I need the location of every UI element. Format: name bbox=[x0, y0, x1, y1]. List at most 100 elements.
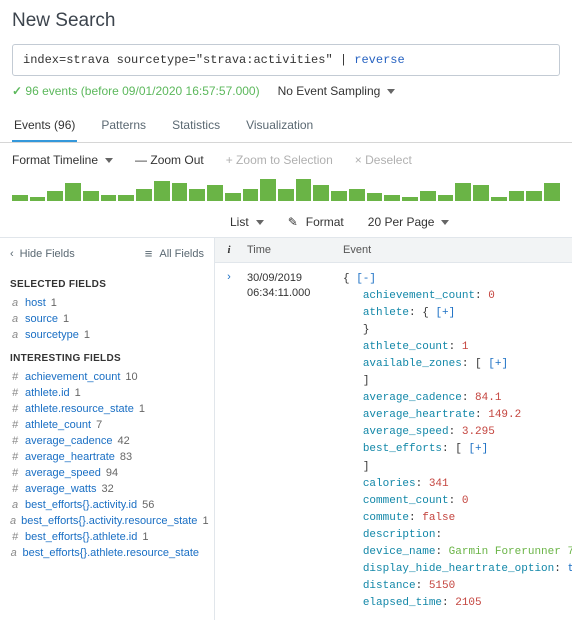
timeline-bar[interactable] bbox=[509, 191, 525, 201]
list-view-dropdown[interactable]: List bbox=[230, 215, 264, 229]
json-toggle[interactable]: [-] bbox=[356, 273, 376, 285]
tab-statistics[interactable]: Statistics bbox=[170, 112, 222, 142]
col-time[interactable]: Time bbox=[243, 238, 339, 262]
field-athlete-resource-state[interactable]: #athlete.resource_state 1 bbox=[10, 401, 204, 417]
timeline-bar[interactable] bbox=[189, 189, 205, 201]
search-command: reverse bbox=[347, 53, 405, 67]
result-tabs: Events (96) Patterns Statistics Visualizati… bbox=[0, 108, 572, 143]
field-type-icon: a bbox=[10, 515, 16, 527]
timeline-bar[interactable] bbox=[47, 191, 63, 201]
field-sourcetype[interactable]: asourcetype 1 bbox=[10, 327, 204, 343]
expand-event-button[interactable]: › bbox=[215, 263, 243, 620]
field-type-icon: # bbox=[10, 387, 20, 399]
timeline-bar[interactable] bbox=[172, 183, 188, 201]
tab-visualization[interactable]: Visualization bbox=[244, 112, 315, 142]
sampling-dropdown[interactable]: No Event Sampling bbox=[278, 84, 396, 98]
field-athlete-count[interactable]: #athlete_count 7 bbox=[10, 417, 204, 433]
timeline-bar[interactable] bbox=[154, 181, 170, 201]
timeline-bar[interactable] bbox=[12, 195, 28, 201]
field-type-icon: # bbox=[10, 419, 20, 431]
timeline-bar[interactable] bbox=[65, 183, 81, 201]
field-type-icon: a bbox=[10, 329, 20, 341]
timeline-bar[interactable] bbox=[438, 195, 454, 201]
field-type-icon: # bbox=[10, 435, 20, 447]
timeline-bar[interactable] bbox=[420, 191, 436, 201]
field-athlete-id[interactable]: #athlete.id 1 bbox=[10, 385, 204, 401]
field-best-efforts-activity-id[interactable]: abest_efforts{}.activity.id 56 bbox=[10, 497, 204, 513]
field-average-watts[interactable]: #average_watts 32 bbox=[10, 481, 204, 497]
fields-sidebar: Hide Fields All Fields SELECTED FIELDS a… bbox=[0, 238, 215, 620]
timeline-bar[interactable] bbox=[101, 195, 117, 201]
selected-fields-heading: SELECTED FIELDS bbox=[10, 279, 204, 290]
events-table: i Time Event › 30/09/2019 06:34:11.000 {… bbox=[215, 238, 572, 620]
timeline-bar[interactable] bbox=[455, 183, 471, 201]
timeline-chart[interactable] bbox=[0, 175, 572, 205]
field-type-icon: # bbox=[10, 467, 20, 479]
timeline-bar[interactable] bbox=[118, 195, 134, 201]
timeline-bar[interactable] bbox=[402, 197, 418, 201]
search-query-text: index=strava sourcetype="strava:activiti… bbox=[23, 53, 340, 67]
field-average-cadence[interactable]: #average_cadence 42 bbox=[10, 433, 204, 449]
timeline-bar[interactable] bbox=[260, 179, 276, 201]
zoom-out-button[interactable]: — Zoom Out bbox=[135, 153, 204, 167]
timeline-bar[interactable] bbox=[331, 191, 347, 201]
zoom-to-selection-button: + Zoom to Selection bbox=[226, 153, 333, 167]
page-title: New Search bbox=[12, 10, 560, 32]
timeline-bar[interactable] bbox=[367, 193, 383, 201]
col-info: i bbox=[215, 238, 243, 262]
timeline-bar[interactable] bbox=[526, 191, 542, 201]
tab-events-[interactable]: Events (96) bbox=[12, 112, 77, 142]
field-type-icon: # bbox=[10, 403, 20, 415]
event-row: › 30/09/2019 06:34:11.000 { [-] achievem… bbox=[215, 263, 572, 620]
json-toggle[interactable]: [+] bbox=[435, 307, 455, 319]
timeline-bar[interactable] bbox=[473, 185, 489, 201]
all-fields-button[interactable]: All Fields bbox=[145, 246, 204, 261]
field-average-heartrate[interactable]: #average_heartrate 83 bbox=[10, 449, 204, 465]
timeline-bar[interactable] bbox=[83, 191, 99, 201]
json-toggle[interactable]: [+] bbox=[468, 443, 488, 455]
timeline-bar[interactable] bbox=[207, 185, 223, 201]
timeline-bar[interactable] bbox=[349, 189, 365, 201]
event-raw[interactable]: { [-] achievement_count: 0 athlete: { [+… bbox=[339, 263, 572, 620]
timeline-bar[interactable] bbox=[225, 193, 241, 201]
field-achievement-count[interactable]: #achievement_count 10 bbox=[10, 369, 204, 385]
check-icon: ✓ bbox=[12, 84, 22, 98]
field-type-icon: a bbox=[10, 297, 20, 309]
timeline-bar[interactable] bbox=[544, 183, 560, 201]
timeline-bar[interactable] bbox=[243, 189, 259, 201]
hide-fields-button[interactable]: Hide Fields bbox=[10, 248, 75, 260]
field-type-icon: # bbox=[10, 483, 20, 495]
json-toggle[interactable]: [+] bbox=[488, 358, 508, 370]
timeline-bar[interactable] bbox=[313, 185, 329, 201]
timeline-bar[interactable] bbox=[296, 179, 312, 201]
interesting-fields-heading: INTERESTING FIELDS bbox=[10, 353, 204, 364]
field-host[interactable]: ahost 1 bbox=[10, 295, 204, 311]
per-page-dropdown[interactable]: 20 Per Page bbox=[368, 215, 450, 229]
timeline-bar[interactable] bbox=[491, 197, 507, 201]
timeline-bar[interactable] bbox=[30, 197, 46, 201]
field-type-icon: a bbox=[10, 547, 17, 559]
field-best-efforts-athlete-id[interactable]: #best_efforts{}.athlete.id 1 bbox=[10, 529, 204, 545]
timeline-bar[interactable] bbox=[384, 195, 400, 201]
caret-down-icon bbox=[438, 215, 449, 229]
format-button[interactable]: Format bbox=[288, 215, 344, 229]
result-status: ✓ 96 events (before 09/01/2020 16:57:57.… bbox=[12, 84, 260, 98]
field-average-speed[interactable]: #average_speed 94 bbox=[10, 465, 204, 481]
field-type-icon: # bbox=[10, 371, 20, 383]
field-best-efforts-athlete-resource-state[interactable]: abest_efforts{}.athlete.resource_state bbox=[10, 545, 204, 561]
field-type-icon: a bbox=[10, 313, 20, 325]
field-type-icon: # bbox=[10, 451, 20, 463]
deselect-button: × Deselect bbox=[355, 153, 412, 167]
field-type-icon: # bbox=[10, 531, 20, 543]
caret-down-icon bbox=[384, 84, 395, 98]
timeline-bar[interactable] bbox=[278, 189, 294, 201]
tab-patterns[interactable]: Patterns bbox=[99, 112, 148, 142]
caret-down-icon bbox=[253, 215, 264, 229]
col-event[interactable]: Event bbox=[339, 238, 572, 262]
search-input[interactable]: index=strava sourcetype="strava:activiti… bbox=[12, 44, 560, 76]
field-source[interactable]: asource 1 bbox=[10, 311, 204, 327]
event-time: 30/09/2019 06:34:11.000 bbox=[243, 263, 339, 620]
format-timeline-dropdown[interactable]: Format Timeline bbox=[12, 153, 113, 167]
field-best-efforts-activity-resource-state[interactable]: abest_efforts{}.activity.resource_state … bbox=[10, 513, 204, 529]
timeline-bar[interactable] bbox=[136, 189, 152, 201]
